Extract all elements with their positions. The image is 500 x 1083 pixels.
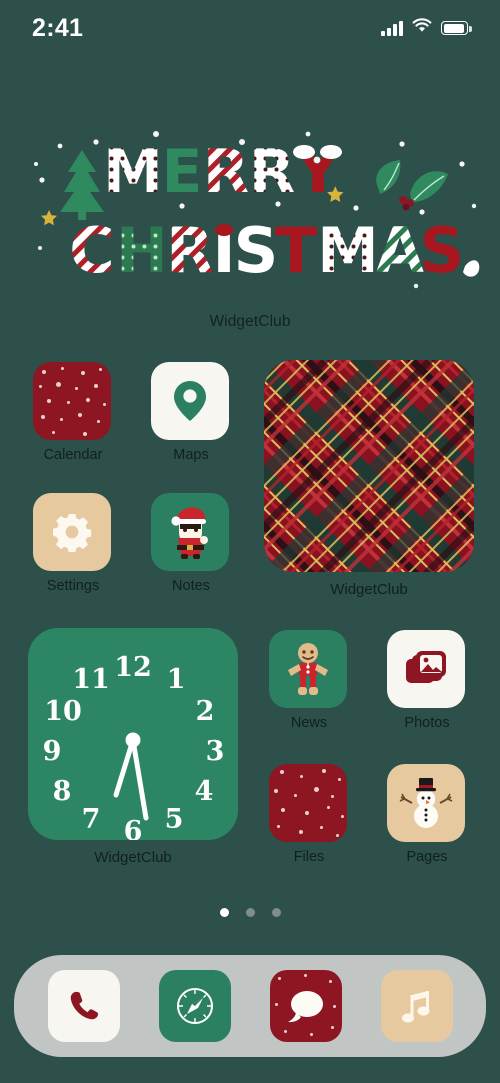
svg-text:7: 7	[82, 804, 101, 835]
app-icon-pages[interactable]: Pages	[387, 764, 467, 865]
svg-text:8: 8	[53, 776, 72, 807]
gear-icon[interactable]	[33, 493, 111, 571]
status-bar-indicators	[381, 18, 472, 38]
svg-text:S: S	[234, 214, 279, 287]
app-label-calendar: Calendar	[43, 447, 103, 463]
photos-stack-icon[interactable]	[387, 630, 465, 708]
app-icon-news[interactable]: News	[269, 630, 349, 731]
svg-text:A: A	[376, 214, 424, 287]
svg-text:4: 4	[195, 776, 214, 807]
holly-icon	[376, 160, 448, 211]
calendar-snow-icon[interactable]	[33, 362, 111, 440]
app-icon-files[interactable]: Files	[269, 764, 349, 865]
app-label-settings: Settings	[46, 578, 100, 594]
compass-icon[interactable]	[158, 970, 231, 1042]
santa-icon[interactable]	[151, 493, 229, 571]
app-label-files: Files	[293, 849, 325, 865]
svg-text:E: E	[162, 137, 203, 207]
svg-text:11: 11	[72, 664, 110, 695]
svg-text:C: C	[69, 214, 115, 287]
tartan-plaid-widget[interactable]	[264, 360, 474, 572]
map-pin-icon[interactable]	[151, 362, 229, 440]
app-label-pages: Pages	[406, 849, 448, 865]
page-dot-3[interactable]	[271, 908, 281, 917]
svg-text:R: R	[166, 214, 214, 287]
phone-icon[interactable]	[47, 970, 120, 1042]
clock-widget-label: WidgetClub	[94, 849, 172, 866]
cellular-bars-icon	[381, 20, 403, 36]
svg-text:3: 3	[206, 736, 225, 767]
svg-text:10: 10	[44, 696, 82, 727]
hero-widget-label: WidgetClub	[209, 313, 291, 330]
svg-text:5: 5	[165, 804, 184, 835]
battery-icon	[441, 21, 472, 35]
svg-text:1: 1	[167, 664, 186, 695]
svg-text:M: M	[103, 137, 163, 207]
svg-text:S: S	[420, 214, 465, 287]
status-bar-time: 2:41	[32, 13, 84, 42]
snowman-icon[interactable]	[387, 764, 465, 842]
app-icon-maps[interactable]: Maps	[151, 362, 231, 463]
clock-widget[interactable]: 12 1 2 3 4 5 6 7 8 9 10 11 WidgetClub	[28, 628, 238, 866]
app-label-photos: Photos	[404, 715, 450, 731]
gingerbread-man-icon[interactable]	[269, 630, 347, 708]
music-note-icon[interactable]	[380, 970, 453, 1042]
svg-text:12: 12	[114, 652, 152, 683]
svg-text:M: M	[317, 214, 379, 287]
app-icon-settings[interactable]: Settings	[33, 493, 113, 594]
svg-text:R: R	[203, 137, 249, 207]
app-label-news: News	[290, 715, 328, 731]
home-screen: 2:41 M E R R Y C H R I S T M A S WidgetC…	[0, 0, 500, 1083]
app-label-notes: Notes	[172, 578, 210, 594]
page-dot-1[interactable]	[219, 908, 229, 917]
christmas-tree-icon	[60, 150, 104, 220]
files-snow-icon[interactable]	[269, 764, 347, 842]
app-icon-calendar[interactable]: Calendar	[33, 362, 113, 463]
page-dot-2[interactable]	[245, 908, 255, 917]
svg-text:6: 6	[124, 816, 143, 840]
svg-text:2: 2	[196, 696, 215, 727]
svg-text:H: H	[116, 214, 168, 287]
dock	[14, 955, 486, 1057]
app-icon-photos[interactable]: Photos	[387, 630, 467, 731]
svg-text:T: T	[275, 214, 317, 287]
svg-text:9: 9	[43, 736, 62, 767]
page-dots[interactable]	[0, 908, 500, 917]
app-label-maps: Maps	[173, 447, 209, 463]
plaid-widget[interactable]: WidgetClub	[264, 360, 474, 598]
message-bubble-icon[interactable]	[269, 970, 342, 1042]
svg-text:R: R	[249, 137, 295, 207]
analog-clock-widget[interactable]: 12 1 2 3 4 5 6 7 8 9 10 11	[28, 628, 238, 840]
christmas-hero-widget[interactable]: M E R R Y C H R I S T M A S	[18, 120, 482, 305]
plaid-widget-label: WidgetClub	[330, 581, 408, 598]
wifi-icon	[412, 18, 432, 38]
app-icon-notes[interactable]: Notes	[151, 493, 231, 594]
status-bar: 2:41	[0, 0, 500, 56]
